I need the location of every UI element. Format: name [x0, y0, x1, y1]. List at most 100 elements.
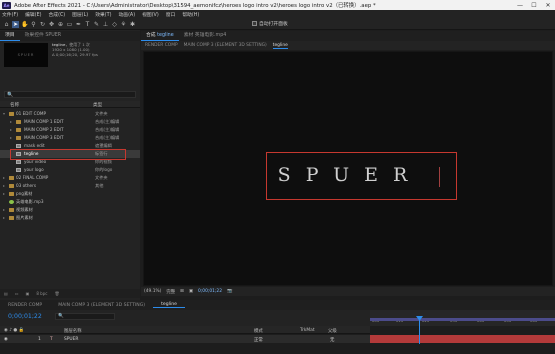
menu-effect[interactable]: 效果(T)	[95, 11, 111, 18]
tab-project[interactable]: 项目	[0, 31, 20, 41]
project-item[interactable]: ▾ 01 EDIT COMP 文件夹	[0, 110, 140, 118]
interpret-footage-icon[interactable]: ▤	[4, 291, 8, 296]
project-item-name: 03 others	[16, 183, 36, 188]
menu-help[interactable]: 帮助(H)	[182, 11, 199, 18]
project-item[interactable]: ▸ 02 FINAL COMP 文件夹	[0, 174, 140, 182]
checkbox-icon[interactable]	[252, 21, 257, 26]
mask-icon[interactable]: ▣	[189, 289, 193, 294]
home-icon[interactable]: ⌂	[3, 21, 10, 28]
tab-render-comp[interactable]: RENDER COMP	[145, 43, 178, 48]
auto-open-panel-toggle[interactable]: 自动打开面板	[252, 20, 288, 27]
folder-icon	[16, 119, 21, 124]
canvas-title-text[interactable]: SPUER	[270, 164, 430, 186]
hand-tool-icon[interactable]: ✋	[21, 21, 28, 28]
composition-tab-label: 合成	[146, 33, 156, 38]
layer-mode-dropdown[interactable]: 正常	[254, 337, 263, 343]
clone-stamp-icon[interactable]: ⊥	[102, 21, 109, 28]
timeline-tab-tegline[interactable]: tegline	[153, 302, 185, 308]
column-trkmat[interactable]: TrkMat	[300, 328, 315, 333]
timeline-tab-render-comp[interactable]: RENDER COMP	[0, 303, 50, 308]
project-item-name: MAIN COMP 1 EDIT	[24, 119, 64, 124]
menu-bar: 文件(F) 编辑(E) 合成(C) 图层(L) 效果(T) 动画(A) 视图(V…	[0, 10, 555, 19]
tab-footage[interactable]: 素材 英雄电影.mp4	[179, 31, 232, 41]
close-button[interactable]: ✕	[541, 0, 555, 10]
timeline-timecode[interactable]: 0;00;01;22	[8, 313, 42, 320]
timeline-tab-main-comp-3[interactable]: MAIN COMP 3 (ELEMENT 3D SETTING)	[50, 303, 153, 308]
project-item[interactable]: ▸ 视频素材	[0, 206, 140, 214]
layer-parent-dropdown[interactable]: 无	[330, 337, 334, 343]
project-search-input[interactable]: 🔍	[4, 91, 136, 98]
menu-edit[interactable]: 编辑(E)	[25, 11, 41, 18]
folder-icon	[9, 215, 14, 220]
menu-window[interactable]: 窗口	[166, 11, 176, 18]
zoom-tool-icon[interactable]: ⚲	[30, 21, 37, 28]
pan-behind-icon[interactable]: ⊕	[57, 21, 64, 28]
tab-composition[interactable]: 合成 tegline	[141, 31, 179, 41]
twirl-icon[interactable]: ▸	[3, 215, 5, 220]
twirl-icon[interactable]: ▸	[3, 191, 5, 196]
project-item[interactable]: ▸ MAIN COMP 2 EDIT 合成(主)编辑	[0, 126, 140, 134]
column-parent[interactable]: 父级	[328, 328, 337, 334]
viewer-comp-tabs: RENDER COMP MAIN COMP 3 (ELEMENT 3D SETT…	[141, 41, 555, 50]
project-item[interactable]: your logo 你的logo	[0, 166, 140, 174]
text-tool-icon[interactable]: T	[84, 21, 91, 28]
composition-icon	[16, 143, 21, 148]
visibility-icon[interactable]: ◉	[4, 337, 8, 342]
move-camera-icon[interactable]: ✥	[48, 21, 55, 28]
project-item[interactable]: ▸ 03 others 其他	[0, 182, 140, 190]
twirl-icon[interactable]: ▾	[3, 111, 5, 116]
column-mode[interactable]: 模式	[254, 328, 263, 334]
eraser-tool-icon[interactable]: ◇	[111, 21, 118, 28]
viewer-timecode[interactable]: 0;00;01;22	[198, 289, 222, 294]
camera-icon[interactable]: 📷	[227, 289, 232, 294]
maximize-button[interactable]: ☐	[527, 0, 541, 10]
twirl-icon[interactable]: ▸	[3, 207, 5, 212]
pen-tool-icon[interactable]: ✒	[75, 21, 82, 28]
brush-tool-icon[interactable]: ✎	[93, 21, 100, 28]
project-item[interactable]: 英雄电影.mp3	[0, 198, 140, 206]
menu-file[interactable]: 文件(F)	[2, 11, 18, 18]
layer-row[interactable]: ◉ 1 T SPUER 正常 无	[0, 335, 370, 343]
roto-brush-icon[interactable]: ⚘	[120, 21, 127, 28]
zoom-dropdown[interactable]: (49.1%)	[144, 289, 161, 294]
project-item[interactable]: ▸ 图片素材	[0, 214, 140, 222]
new-composition-icon[interactable]: ▣	[26, 291, 30, 296]
column-layer-name[interactable]: 图层名称	[64, 328, 82, 334]
minimize-button[interactable]: —	[513, 0, 527, 10]
viewer-header: 合成 tegline 素材 英雄电影.mp4	[141, 31, 555, 41]
twirl-icon[interactable]: ▸	[10, 135, 12, 140]
project-item[interactable]: ▸ MAIN COMP 3 EDIT 合成(主)编辑	[0, 134, 140, 142]
layer-duration-bar[interactable]	[370, 335, 555, 343]
twirl-icon[interactable]: ▸	[10, 119, 12, 124]
timeline-search-input[interactable]: 🔍	[55, 313, 115, 320]
tab-main-comp-3[interactable]: MAIN COMP 3 (ELEMENT 3D SETTING)	[184, 43, 267, 48]
new-folder-icon[interactable]: ▭	[15, 291, 19, 296]
work-area-bar[interactable]	[370, 318, 555, 321]
menu-view[interactable]: 视图(V)	[142, 11, 159, 18]
puppet-tool-icon[interactable]: ✱	[129, 21, 136, 28]
menu-layer[interactable]: 图层(L)	[72, 11, 88, 18]
resolution-dropdown[interactable]: 完整	[166, 289, 175, 295]
selection-tool-icon[interactable]: ➤	[12, 20, 19, 28]
column-name[interactable]: 名称	[10, 102, 19, 108]
menu-composition[interactable]: 合成(C)	[48, 11, 65, 18]
project-item[interactable]: ▸ MAIN COMP 1 EDIT 合成(主)编辑	[0, 118, 140, 126]
project-item-name: 英雄电影.mp3	[16, 199, 44, 204]
bit-depth-label[interactable]: 8 bpc	[36, 291, 47, 296]
layer-name[interactable]: SPUER	[64, 337, 78, 342]
grid-icon[interactable]: ⊞	[180, 289, 184, 294]
twirl-icon[interactable]: ▸	[3, 183, 5, 188]
project-item-name: png素材	[16, 191, 33, 196]
folder-icon	[9, 191, 14, 196]
orbit-camera-icon[interactable]: ↻	[39, 21, 46, 28]
column-type[interactable]: 类型	[93, 102, 102, 108]
project-item[interactable]: ▸ png素材	[0, 190, 140, 198]
tab-tegline[interactable]: tegline	[272, 43, 288, 49]
delete-icon[interactable]: 🗑	[54, 291, 59, 296]
twirl-icon[interactable]: ▸	[10, 127, 12, 132]
twirl-icon[interactable]: ▸	[3, 175, 5, 180]
text-layer-icon: T	[50, 336, 53, 342]
rectangle-tool-icon[interactable]: ▭	[66, 21, 73, 28]
tab-effect-controls[interactable]: 效果控件 SPUER	[20, 31, 67, 41]
menu-animation[interactable]: 动画(A)	[118, 11, 135, 18]
